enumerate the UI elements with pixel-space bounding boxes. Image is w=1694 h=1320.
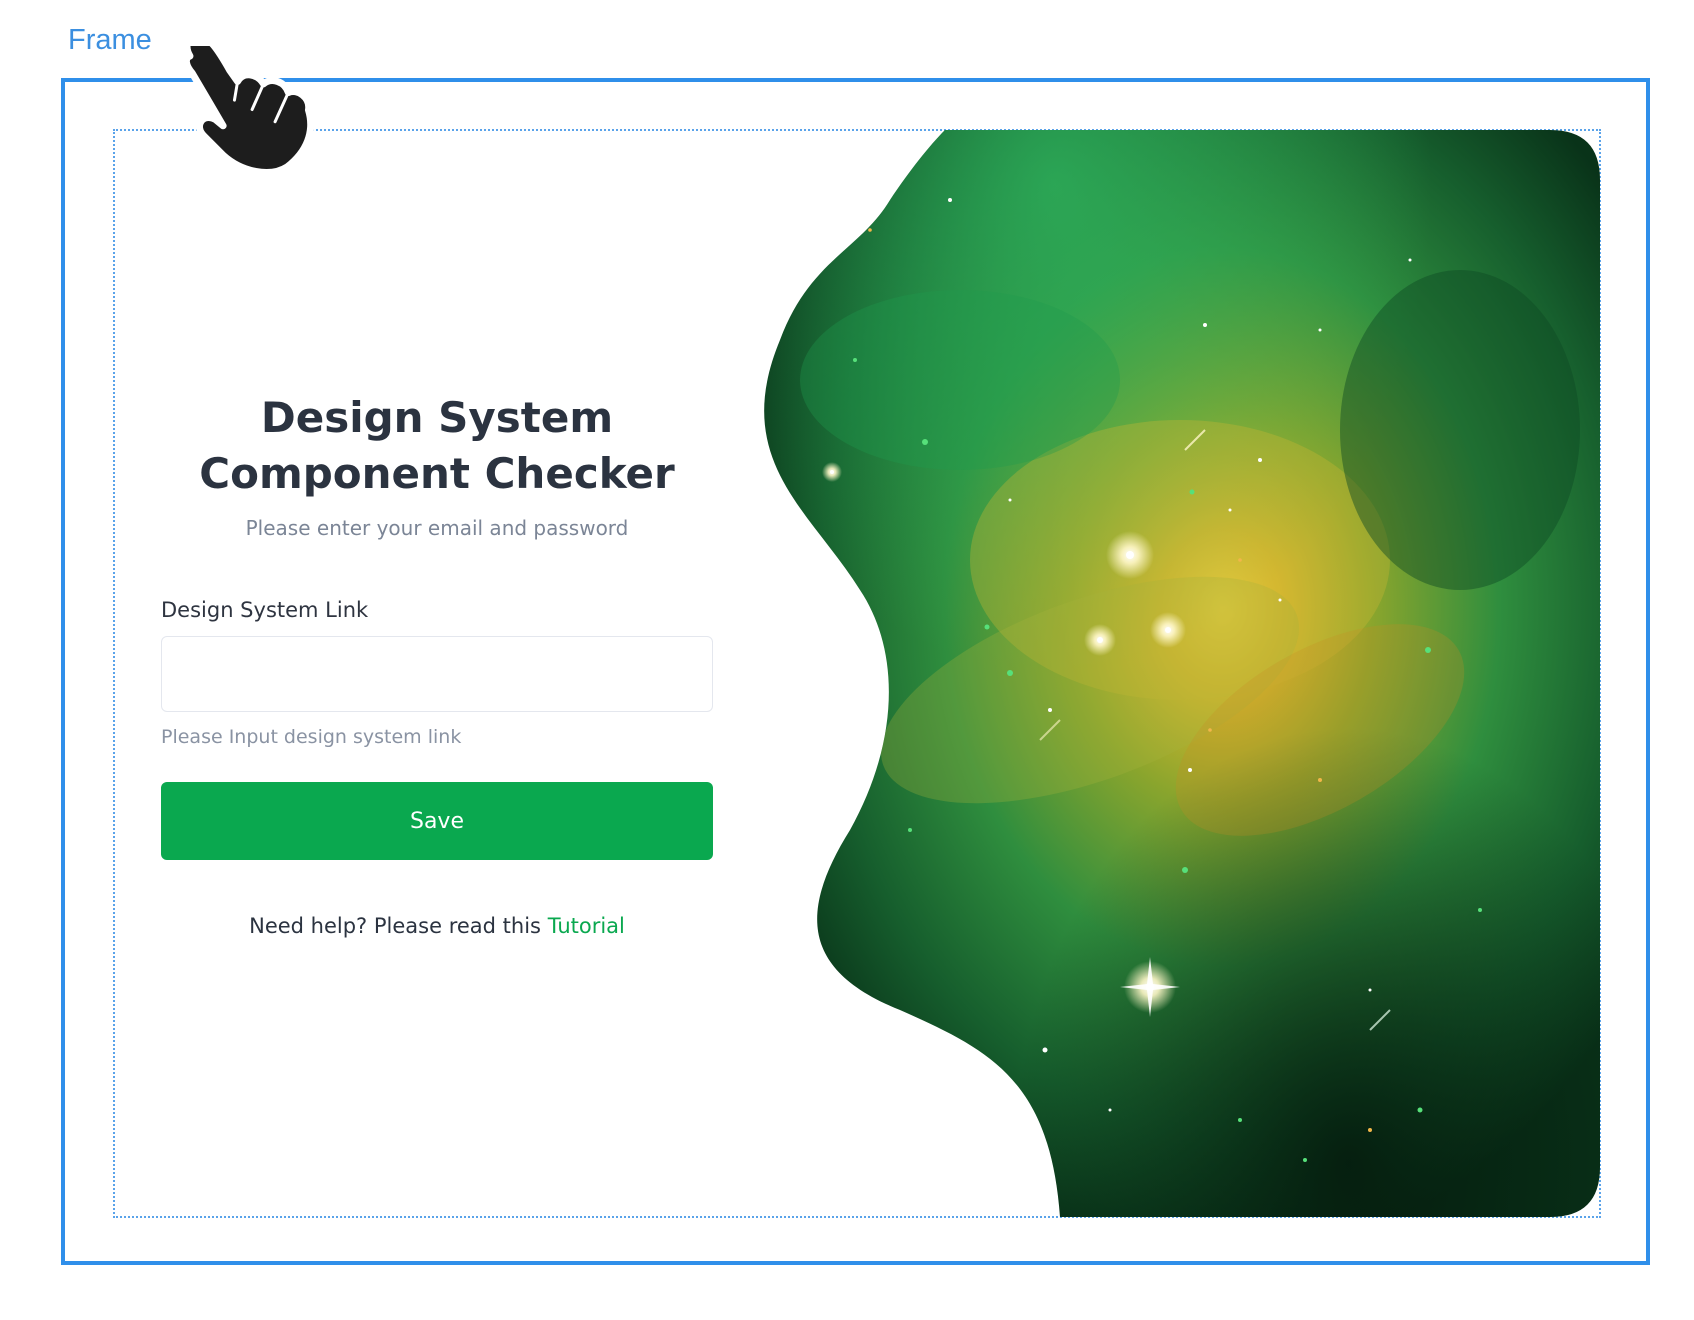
help-line: Need help? Please read this Tutorial (161, 914, 713, 938)
design-system-link-label: Design System Link (161, 598, 369, 622)
title-line-1: Design System (260, 393, 614, 442)
galaxy-illustration (764, 130, 1600, 1217)
save-button[interactable]: Save (161, 782, 713, 860)
page-title: Design System Component Checker (161, 390, 713, 502)
design-system-link-input[interactable] (161, 636, 713, 712)
tutorial-link[interactable]: Tutorial (548, 914, 625, 938)
login-form: Design System Component Checker Please e… (161, 390, 713, 938)
hand-pointer-icon (182, 46, 315, 176)
canvas: Frame Design System Component Checker Pl… (0, 0, 1694, 1320)
help-text: Need help? Please read this (249, 914, 541, 938)
subtitle: Please enter your email and password (245, 516, 629, 540)
title-line-2: Component Checker (199, 449, 675, 498)
design-system-link-helper: Please Input design system link (161, 726, 462, 748)
frame-label: Frame (68, 24, 152, 56)
